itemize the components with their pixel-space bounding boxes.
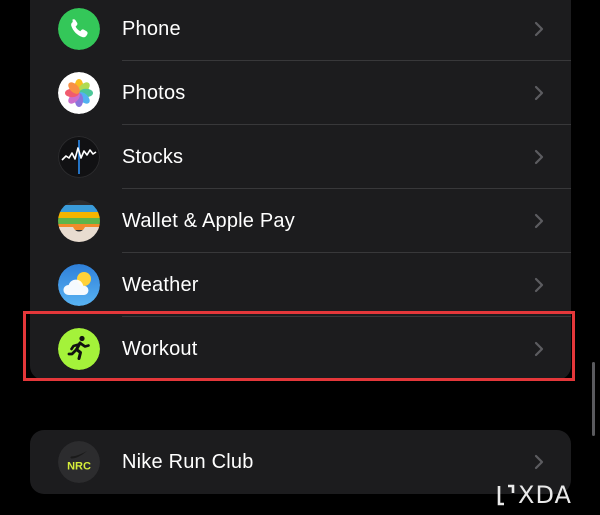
chevron-right-icon xyxy=(533,211,545,231)
nike-run-club-icon-text: NRC xyxy=(67,461,91,473)
settings-row-label: Photos xyxy=(122,82,186,104)
settings-row-phone[interactable]: Phone xyxy=(30,0,571,61)
settings-row-weather[interactable]: Weather xyxy=(30,253,571,317)
settings-row-label: Stocks xyxy=(122,146,184,168)
wallet-icon xyxy=(58,200,100,242)
nike-run-club-icon: NRC xyxy=(58,441,100,483)
stocks-icon xyxy=(58,136,100,178)
scroll-indicator[interactable] xyxy=(592,362,595,436)
phone-icon xyxy=(58,8,100,50)
third-party-apps-group: NRC Nike Run Club xyxy=(30,430,571,494)
settings-row-photos[interactable]: Photos xyxy=(30,61,571,125)
photos-icon xyxy=(58,72,100,114)
xda-watermark: XDA xyxy=(497,482,572,508)
chevron-right-icon xyxy=(533,19,545,39)
chevron-right-icon xyxy=(533,339,545,359)
settings-row-workout[interactable]: Workout xyxy=(30,317,571,380)
settings-row-nike-run-club[interactable]: NRC Nike Run Club xyxy=(30,430,571,494)
apps-settings-group: Phone Photos Stocks Wallet & Apple Pay W… xyxy=(30,0,571,380)
chevron-right-icon xyxy=(533,83,545,103)
workout-icon xyxy=(58,328,100,370)
settings-row-label: Workout xyxy=(122,338,198,360)
weather-icon xyxy=(58,264,100,306)
settings-row-wallet-apple-pay[interactable]: Wallet & Apple Pay xyxy=(30,189,571,253)
settings-row-label: Wallet & Apple Pay xyxy=(122,210,295,232)
chevron-right-icon xyxy=(533,275,545,295)
settings-row-label: Nike Run Club xyxy=(122,451,254,473)
watermark-text: XDA xyxy=(518,481,572,509)
chevron-right-icon xyxy=(533,452,545,472)
xda-logo-icon xyxy=(497,484,515,506)
chevron-right-icon xyxy=(533,147,545,167)
settings-row-label: Weather xyxy=(122,274,199,296)
settings-row-stocks[interactable]: Stocks xyxy=(30,125,571,189)
settings-screen: Phone Photos Stocks Wallet & Apple Pay W… xyxy=(0,0,600,515)
settings-row-label: Phone xyxy=(122,18,181,40)
